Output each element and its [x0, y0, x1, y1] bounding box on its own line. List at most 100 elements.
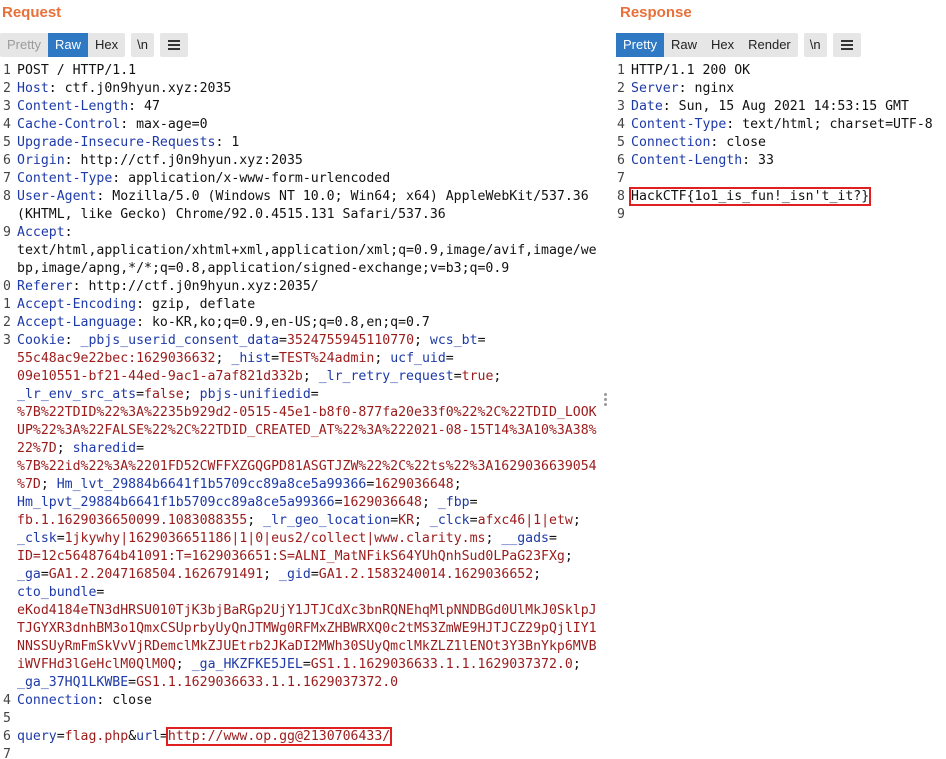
code-token: =	[334, 495, 343, 510]
code-token: ;	[572, 513, 581, 528]
line-content: Origin: http://ctf.j0n9hyun.xyz:2035	[17, 152, 303, 170]
code-token: flag.php	[64, 729, 129, 744]
code-token: ;	[533, 567, 542, 582]
line-content: Content-Length: 33	[631, 152, 774, 170]
line-content: Content-Length: 47	[17, 98, 160, 116]
line-content: %7B%22id%22%3A%2201FD52CWFFXZGQGPD81ASGT…	[17, 458, 597, 476]
code-line: eKod4184eTN3dHRSU010TjK3bjBaRGp2UjY1JTJC…	[0, 602, 606, 620]
code-token: Referer	[17, 279, 73, 294]
line-number	[0, 368, 17, 386]
line-content: query=flag.php&url=http://www.op.gg@2130…	[17, 727, 393, 746]
panel-divider[interactable]	[606, 0, 614, 759]
line-number: 2	[617, 81, 625, 96]
code-token: Hm_lpvt_29884b6641f1b5709cc89a8ce5a99366	[17, 495, 335, 510]
line-content: HTTP/1.1 200 OK	[631, 62, 750, 80]
line-number: 6	[3, 153, 11, 168]
code-token: : max-age=0	[120, 117, 208, 132]
code-line: 7 Content-Type: application/x-www-form-ur…	[0, 170, 606, 188]
code-token: ;	[40, 477, 57, 492]
code-token: KR	[398, 513, 415, 528]
line-content: Server: nginx	[631, 80, 734, 98]
code-line: NNSSUyRmFmSkVvVjRDemclMkZJUEtrb2JKaDI2MW…	[0, 638, 606, 656]
code-line: 09e10551-bf21-44ed-9ac1-a7af821d332b; _l…	[0, 368, 606, 386]
response-menu-button[interactable]	[832, 33, 861, 57]
code-token: : nginx	[678, 81, 735, 96]
line-number	[0, 548, 17, 566]
line-number	[0, 602, 17, 620]
code-line: 0 Referer: http://ctf.j0n9hyun.xyz:2035/	[0, 278, 606, 296]
line-number: 8	[3, 189, 11, 204]
response-editor[interactable]: 1 HTTP/1.1 200 OK 2 Server: nginx 3 Date: Sun…	[614, 62, 946, 759]
code-token: : http://ctf.j0n9hyun.xyz:2035	[64, 153, 303, 168]
line-number	[0, 386, 17, 404]
code-token: eKod4184eTN3dHRSU010TjK3bjBaRGp2UjY1JTJC…	[17, 603, 597, 618]
code-line: cto_bundle=	[0, 584, 606, 602]
code-token: GS1.1.1629036633.1.1.1629037372.0	[310, 657, 573, 672]
code-line: _ga=GA1.2.2047168504.1626791491; _gid=GA…	[0, 566, 606, 584]
line-content: %7B%22TDID%22%3A%2235b929d2-0515-45e1-b8…	[17, 404, 597, 422]
code-token: _gid	[279, 567, 311, 582]
code-token: _ga_37HQ1LKWBE	[17, 675, 129, 690]
line-content: text/html,application/xhtml+xml,applicat…	[17, 242, 597, 260]
request-editor[interactable]: 1 POST / HTTP/1.1 2 Host: ctf.j0n9hyun.xyz:…	[0, 62, 606, 759]
response-tab-hex[interactable]: Hex	[704, 33, 741, 57]
code-token: =	[56, 531, 65, 546]
code-token: %7B%22TDID%22%3A%2235b929d2-0515-45e1-b8…	[17, 405, 597, 420]
code-token: Date	[631, 99, 663, 114]
code-token: : ko-KR,ko;q=0.9,en-US;q=0.8,en;q=0.7	[136, 315, 430, 330]
response-title: Response	[620, 4, 692, 21]
code-line: 1 POST / HTTP/1.1	[0, 62, 606, 80]
code-token: : Sun, 15 Aug 2021 14:53:15 GMT	[662, 99, 909, 114]
request-tab-hex[interactable]: Hex	[88, 33, 125, 57]
resize-grip-icon[interactable]	[604, 393, 608, 408]
code-token: POST / HTTP/1.1	[17, 63, 137, 78]
code-line: 2 Accept-Language: ko-KR,ko;q=0.9,en-US;q…	[0, 314, 606, 332]
response-tab-raw[interactable]: Raw	[664, 33, 704, 57]
code-token: : Mozilla/5.0 (Windows NT 10.0; Win64; x…	[96, 189, 589, 204]
code-token: : 33	[742, 153, 774, 168]
code-line: 55c48ac9e22bec:1629036632; _hist=TEST%24…	[0, 350, 606, 368]
line-number: 0	[3, 279, 11, 294]
response-tab-render[interactable]: Render	[741, 33, 798, 57]
code-token: =	[310, 567, 319, 582]
code-token: : application/x-www-form-urlencoded	[112, 171, 391, 186]
response-panel: Response Pretty Raw Hex Render \n 1 HTTP/…	[614, 0, 946, 759]
code-line: 3 Date: Sun, 15 Aug 2021 14:53:15 GMT	[614, 98, 946, 116]
code-token: : text/html; charset=UTF-8	[726, 117, 933, 132]
line-content: Cache-Control: max-age=0	[17, 116, 208, 134]
code-line: 6 query=flag.php&url=http://www.op.gg@213…	[0, 727, 606, 746]
request-tab-pretty[interactable]: Pretty	[0, 33, 48, 57]
code-token: GA1.2.1583240014.1629036652	[318, 567, 534, 582]
request-newline-toggle[interactable]: \n	[131, 33, 154, 57]
line-number: 1	[617, 63, 625, 78]
code-line: 5 Connection: close	[614, 134, 946, 152]
response-tab-pretty[interactable]: Pretty	[616, 33, 664, 57]
request-tab-raw[interactable]: Raw	[47, 33, 88, 57]
code-token: =	[128, 675, 137, 690]
code-token: 55c48ac9e22bec:1629036632	[17, 351, 216, 366]
request-menu-button[interactable]	[159, 33, 188, 57]
code-token: =	[469, 513, 478, 528]
code-token: %7B%22id%22%3A%2201FD52CWFFXZGQGPD81ASGT…	[17, 459, 597, 474]
code-token: __gads	[501, 531, 549, 546]
code-token: GA1.2.2047168504.1626791491	[48, 567, 264, 582]
code-token: ;	[56, 441, 73, 456]
code-line: 1 Accept-Encoding: gzip, deflate	[0, 296, 606, 314]
code-line: 1 HTTP/1.1 200 OK	[614, 62, 946, 80]
code-line: bp,image/apng,*/*;q=0.8,application/sign…	[0, 260, 606, 278]
request-toolbar: Pretty Raw Hex \n	[0, 33, 188, 57]
line-content: fb.1.1629036650099.1083088355; _lr_geo_l…	[17, 512, 581, 530]
code-line: fb.1.1629036650099.1083088355; _lr_geo_l…	[0, 512, 606, 530]
line-content: TJGYXR3dnhBM3o1QmxCSUprbyUyQnJTMWg0RFMxZ…	[17, 620, 597, 638]
response-newline-toggle[interactable]: \n	[803, 33, 827, 57]
code-token: _pbjs_userid_consent_data	[80, 333, 280, 348]
line-content: bp,image/apng,*/*;q=0.8,application/sign…	[17, 260, 509, 278]
line-content: Accept:	[17, 224, 73, 242]
code-token: NNSSUyRmFmSkVvVjRDemclMkZJUEtrb2JKaDI2MW…	[17, 639, 597, 654]
request-panel: Request Pretty Raw Hex \n 1 POST / HTTP/1…	[0, 0, 606, 759]
code-token: (KHTML, like Gecko) Chrome/92.0.4515.131…	[17, 207, 446, 222]
line-content: Content-Type: text/html; charset=UTF-8	[631, 116, 933, 134]
code-token: ;	[564, 549, 573, 564]
code-token: Cache-Control	[17, 117, 121, 132]
highlighted-token: HackCTF{1o1_is_fun!_isn't_it?}	[628, 187, 872, 206]
